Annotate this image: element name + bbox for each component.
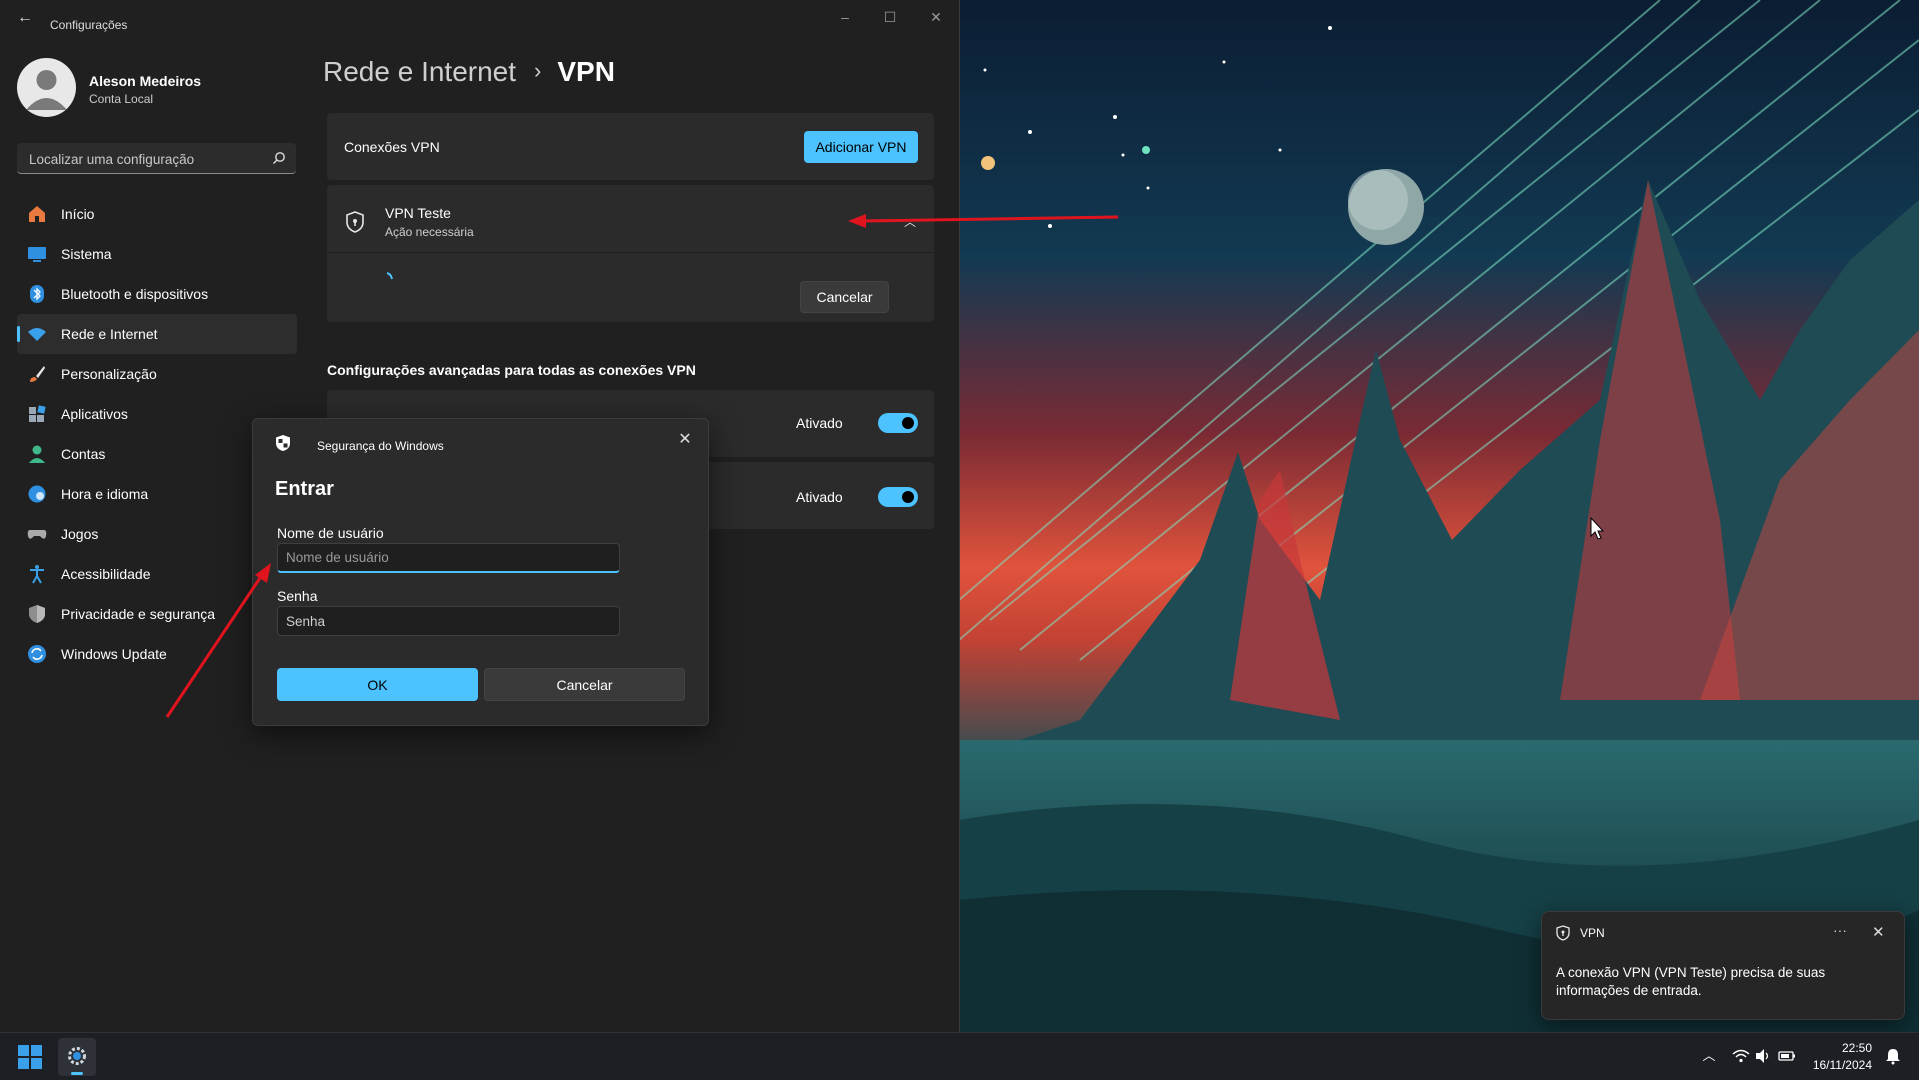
- sidebar-item-bluetooth[interactable]: Bluetooth e dispositivos: [17, 274, 297, 314]
- sidebar-item-label: Jogos: [61, 526, 99, 542]
- toggle-state-label: Ativado: [796, 489, 843, 505]
- profile-account-type: Conta Local: [89, 92, 154, 106]
- brush-icon: [30, 366, 45, 382]
- toggle-switch[interactable]: [878, 413, 918, 433]
- notification-bell-icon[interactable]: [1884, 1047, 1902, 1065]
- chevron-right-icon: ›: [534, 58, 542, 83]
- password-field[interactable]: [277, 606, 620, 636]
- vpn-connections-card: Conexões VPN Adicionar VPN: [327, 113, 934, 180]
- battery-icon[interactable]: [1778, 1047, 1796, 1065]
- settings-search[interactable]: [17, 143, 296, 174]
- profile-name: Aleson Medeiros: [89, 73, 202, 89]
- sidebar-item-label: Bluetooth e dispositivos: [61, 286, 209, 302]
- cancel-connection-button[interactable]: Cancelar: [800, 281, 889, 313]
- account-icon: [29, 445, 45, 463]
- cancel-button[interactable]: Cancelar: [484, 668, 685, 701]
- search-icon[interactable]: [272, 151, 286, 165]
- accessibility-icon: [30, 565, 44, 584]
- breadcrumb: Rede e Internet › VPN: [323, 56, 615, 88]
- sidebar-item-label: Acessibilidade: [61, 566, 151, 582]
- windows-start-icon[interactable]: [18, 1045, 42, 1069]
- sidebar-item-label: Hora e idioma: [61, 486, 149, 502]
- loading-spinner-icon: [386, 272, 393, 280]
- sidebar-item-label: Personalização: [61, 366, 157, 382]
- sidebar-item-label: Rede e Internet: [61, 326, 158, 342]
- wifi-icon: [28, 328, 46, 341]
- gamepad-icon: [27, 530, 47, 539]
- apps-icon: [29, 405, 46, 422]
- password-label: Senha: [277, 588, 318, 604]
- sidebar-item-label: Privacidade e segurança: [61, 606, 216, 622]
- toggle-switch[interactable]: [878, 487, 918, 507]
- shield-icon: [29, 605, 45, 623]
- back-arrow-icon[interactable]: ←: [14, 8, 36, 28]
- sidebar-item-sistema[interactable]: Sistema: [17, 234, 297, 274]
- sidebar-item-label: Aplicativos: [61, 406, 128, 422]
- sidebar-item-rede-e-internet[interactable]: Rede e Internet: [17, 314, 297, 354]
- page-title: VPN: [557, 56, 615, 87]
- more-options-icon[interactable]: ···: [1833, 922, 1847, 938]
- volume-icon[interactable]: [1754, 1047, 1772, 1065]
- notification-title: VPN: [1580, 926, 1605, 940]
- vpn-item-card: VPN Teste Ação necessária ︿ Cancelar: [327, 185, 934, 322]
- add-vpn-button[interactable]: Adicionar VPN: [804, 131, 918, 163]
- windows-security-dialog: Segurança do Windows ✕ Entrar Nome de us…: [252, 418, 709, 726]
- person-icon: [26, 70, 67, 110]
- sidebar-item-inicio[interactable]: Início: [17, 194, 297, 234]
- dialog-header: Segurança do Windows: [317, 439, 444, 453]
- wifi-icon[interactable]: [1732, 1047, 1750, 1065]
- vpn-status: Ação necessária: [385, 225, 474, 239]
- close-button[interactable]: ✕: [918, 6, 954, 28]
- sidebar-item-label: Início: [61, 206, 95, 222]
- gear-icon: [68, 1047, 86, 1065]
- windows-security-shield-icon: [276, 435, 290, 451]
- sidebar-item-label: Contas: [61, 446, 106, 462]
- chevron-up-icon[interactable]: ︿: [904, 213, 916, 230]
- search-input[interactable]: [27, 147, 261, 171]
- sidebar-item-label: Windows Update: [61, 646, 167, 662]
- vpn-notification-toast[interactable]: VPN ··· ✕ A conexão VPN (VPN Teste) prec…: [1541, 911, 1905, 1020]
- maximize-button[interactable]: ☐: [872, 6, 908, 28]
- title-bar: ← Configurações – ☐ ✕: [0, 0, 959, 36]
- window-title: Configurações: [50, 18, 128, 32]
- notification-body: A conexão VPN (VPN Teste) precisa de sua…: [1556, 965, 1826, 998]
- vpn-shield-icon: [346, 211, 364, 233]
- bluetooth-icon: [30, 285, 44, 303]
- toggle-state-label: Ativado: [796, 415, 843, 431]
- vpn-item-header[interactable]: VPN Teste Ação necessária ︿: [327, 185, 934, 253]
- chevron-up-icon[interactable]: ︿: [1700, 1047, 1718, 1065]
- vpn-shield-icon: [1556, 925, 1570, 941]
- close-icon[interactable]: ✕: [674, 430, 696, 450]
- settings-taskbar-button[interactable]: [58, 1038, 96, 1076]
- vpn-connections-label: Conexões VPN: [344, 139, 440, 155]
- breadcrumb-parent[interactable]: Rede e Internet: [323, 56, 516, 87]
- close-icon[interactable]: ✕: [1872, 923, 1885, 941]
- ok-button[interactable]: OK: [277, 668, 478, 701]
- globe-clock-icon: [28, 485, 46, 503]
- active-indicator: [71, 1072, 83, 1075]
- username-label: Nome de usuário: [277, 525, 384, 541]
- taskbar: ︿ 22:50 16/11/2024: [0, 1032, 1919, 1080]
- sidebar-item-personalizacao[interactable]: Personalização: [17, 354, 297, 394]
- sidebar-item-label: Sistema: [61, 246, 112, 262]
- system-icon: [28, 247, 46, 262]
- minimize-button[interactable]: –: [827, 6, 863, 28]
- avatar[interactable]: [17, 58, 76, 117]
- update-icon: [28, 645, 46, 663]
- clock-time[interactable]: 22:50: [1812, 1041, 1872, 1055]
- dialog-title: Entrar: [275, 478, 334, 500]
- advanced-settings-title: Configurações avançadas para todas as co…: [327, 362, 696, 378]
- username-field[interactable]: [277, 543, 620, 573]
- clock-date[interactable]: 16/11/2024: [1797, 1058, 1872, 1072]
- home-icon: [29, 206, 45, 222]
- vpn-name: VPN Teste: [385, 205, 451, 221]
